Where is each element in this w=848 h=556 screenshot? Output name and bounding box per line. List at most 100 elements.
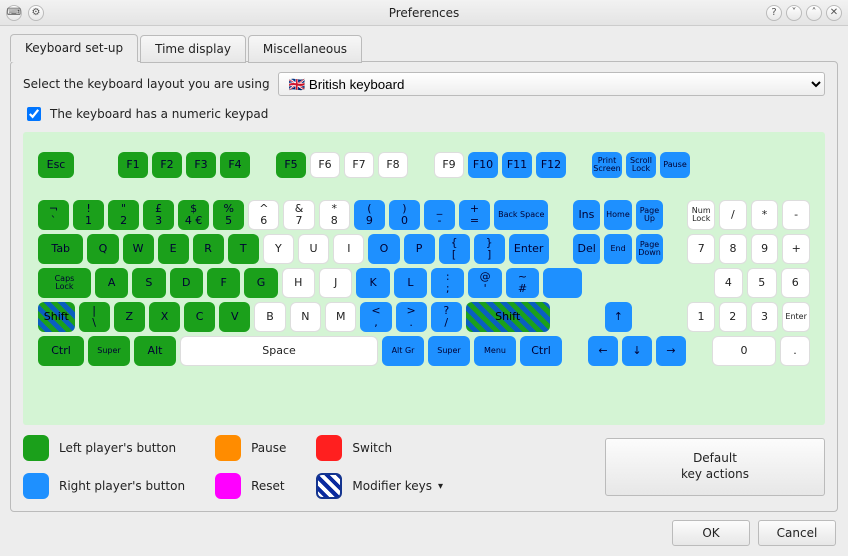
key-[interactable]: / (719, 200, 747, 230)
key-f1[interactable]: F1 (118, 152, 148, 178)
default-key-actions-button[interactable]: Default key actions (605, 438, 825, 496)
key-7[interactable]: & 7 (283, 200, 314, 230)
key-k[interactable]: K (356, 268, 389, 298)
key-[interactable]: _ - (424, 200, 455, 230)
key-u[interactable]: U (298, 234, 329, 264)
key-f4[interactable]: F4 (220, 152, 250, 178)
key-o[interactable]: O (368, 234, 399, 264)
key-super[interactable]: Super (88, 336, 130, 366)
key-[interactable]: ¬ ` (38, 200, 69, 230)
layout-select[interactable]: 🇬🇧 British keyboard (278, 72, 825, 96)
key-e[interactable]: E (158, 234, 189, 264)
key-tab[interactable]: Tab (38, 234, 83, 264)
key-del[interactable]: Del (573, 234, 600, 264)
key-ins[interactable]: Ins (573, 200, 600, 230)
key-blank[interactable] (543, 268, 582, 298)
key-2[interactable]: 2 (719, 302, 747, 332)
key-f7[interactable]: F7 (344, 152, 374, 178)
key-b[interactable]: B (254, 302, 285, 332)
key-6[interactable]: 6 (781, 268, 810, 298)
key-esc[interactable]: Esc (38, 152, 74, 178)
key-8[interactable]: 8 (719, 234, 747, 264)
chevron-down-icon[interactable]: ▾ (438, 481, 443, 492)
key-q[interactable]: Q (87, 234, 118, 264)
key-w[interactable]: W (123, 234, 154, 264)
key-space[interactable]: Space (180, 336, 378, 366)
key-f3[interactable]: F3 (186, 152, 216, 178)
minimize-icon[interactable]: ˅ (786, 5, 802, 21)
key-h[interactable]: H (282, 268, 315, 298)
key-ctrl[interactable]: Ctrl (520, 336, 562, 366)
key-[interactable]: + (782, 234, 810, 264)
key-[interactable]: + = (459, 200, 490, 230)
key-y[interactable]: Y (263, 234, 294, 264)
key-n[interactable]: N (290, 302, 321, 332)
key-l[interactable]: L (394, 268, 427, 298)
key-0[interactable]: 0 (712, 336, 776, 366)
key-4[interactable]: $ 4 € (178, 200, 209, 230)
key-m[interactable]: M (325, 302, 356, 332)
key-[interactable]: ? / (431, 302, 462, 332)
key-4[interactable]: 4 (714, 268, 743, 298)
tab-keyboard-setup[interactable]: Keyboard set-up (10, 34, 138, 62)
key-5[interactable]: 5 (747, 268, 776, 298)
key-p[interactable]: P (404, 234, 435, 264)
key-[interactable]: < , (360, 302, 391, 332)
key-[interactable]: ~ # (506, 268, 539, 298)
key-print-screen[interactable]: Print Screen (592, 152, 622, 178)
key-t[interactable]: T (228, 234, 259, 264)
key-enter[interactable]: Enter (782, 302, 810, 332)
key-5[interactable]: % 5 (213, 200, 244, 230)
key-enter[interactable]: Enter (509, 234, 549, 264)
key-f11[interactable]: F11 (502, 152, 532, 178)
ok-button[interactable]: OK (672, 520, 750, 546)
key-v[interactable]: V (219, 302, 250, 332)
key-[interactable]: → (656, 336, 686, 366)
key-ctrl[interactable]: Ctrl (38, 336, 84, 366)
key-alt-gr[interactable]: Alt Gr (382, 336, 424, 366)
key-[interactable]: - (782, 200, 810, 230)
key-9[interactable]: ( 9 (354, 200, 385, 230)
maximize-icon[interactable]: ˄ (806, 5, 822, 21)
key-0[interactable]: ) 0 (389, 200, 420, 230)
key-x[interactable]: X (149, 302, 180, 332)
key-shift[interactable]: Shift (466, 302, 550, 332)
key-[interactable]: > . (396, 302, 427, 332)
key-z[interactable]: Z (114, 302, 145, 332)
numeric-keypad-input[interactable] (27, 107, 41, 121)
key-page-down[interactable]: Page Down (636, 234, 663, 264)
key-[interactable]: * (751, 200, 779, 230)
key-f2[interactable]: F2 (152, 152, 182, 178)
key-d[interactable]: D (170, 268, 203, 298)
key-j[interactable]: J (319, 268, 352, 298)
key-f5[interactable]: F5 (276, 152, 306, 178)
key-super[interactable]: Super (428, 336, 470, 366)
key-scroll-lock[interactable]: Scroll Lock (626, 152, 656, 178)
key-f6[interactable]: F6 (310, 152, 340, 178)
key-back-space[interactable]: Back Space (494, 200, 548, 230)
numeric-keypad-checkbox[interactable]: The keyboard has a numeric keypad (23, 104, 825, 124)
key-r[interactable]: R (193, 234, 224, 264)
key-alt[interactable]: Alt (134, 336, 176, 366)
key-f8[interactable]: F8 (378, 152, 408, 178)
cancel-button[interactable]: Cancel (758, 520, 836, 546)
key-i[interactable]: I (333, 234, 364, 264)
key-pause[interactable]: Pause (660, 152, 690, 178)
key-3[interactable]: £ 3 (143, 200, 174, 230)
menu-icon[interactable]: ⚙ (28, 5, 44, 21)
key-f12[interactable]: F12 (536, 152, 566, 178)
key-c[interactable]: C (184, 302, 215, 332)
key-page-up[interactable]: Page Up (636, 200, 663, 230)
key-a[interactable]: A (95, 268, 128, 298)
key-1[interactable]: 1 (687, 302, 715, 332)
key-[interactable]: } ] (474, 234, 505, 264)
key-[interactable]: | \ (79, 302, 110, 332)
key-[interactable]: @ ' (468, 268, 501, 298)
help-icon[interactable]: ? (766, 5, 782, 21)
key-[interactable]: ↓ (622, 336, 652, 366)
key-[interactable]: ← (588, 336, 618, 366)
key-2[interactable]: " 2 (108, 200, 139, 230)
key-3[interactable]: 3 (751, 302, 779, 332)
key-9[interactable]: 9 (751, 234, 779, 264)
close-icon[interactable]: ✕ (826, 5, 842, 21)
